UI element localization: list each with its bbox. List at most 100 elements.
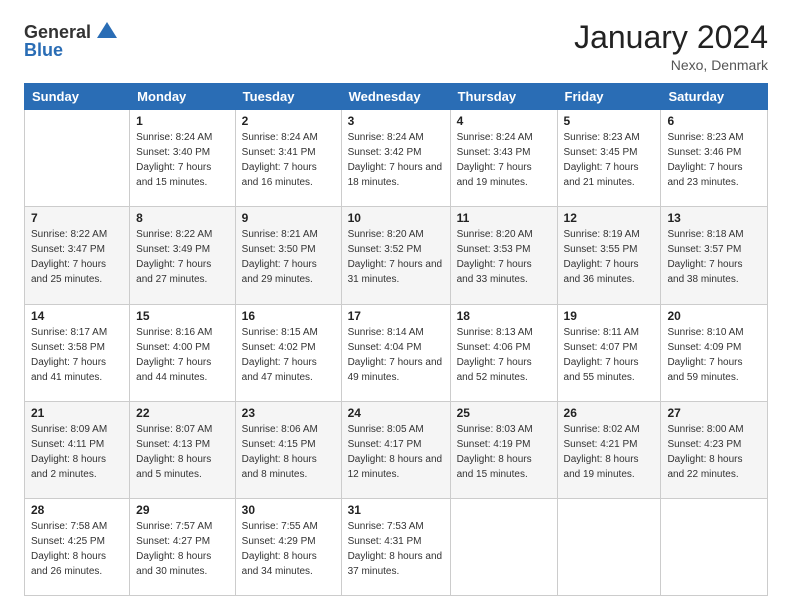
day-number: 14 [31, 309, 123, 323]
col-sunday: Sunday [25, 84, 130, 110]
table-row [557, 498, 661, 595]
table-row: 4Sunrise: 8:24 AMSunset: 3:43 PMDaylight… [450, 110, 557, 207]
table-row: 1Sunrise: 8:24 AMSunset: 3:40 PMDaylight… [130, 110, 236, 207]
table-row: 10 Sunrise: 8:20 AMSunset: 3:52 PMDayligh… [341, 207, 450, 304]
day-number: 8 [136, 211, 229, 225]
week-row-0: 1Sunrise: 8:24 AMSunset: 3:40 PMDaylight… [25, 110, 768, 207]
day-number: 24 [348, 406, 444, 420]
day-info: Sunrise: 8:17 AMSunset: 3:58 PMDaylight:… [31, 325, 123, 385]
month-title: January 2024 [574, 20, 768, 55]
table-row: 13Sunrise: 8:18 AMSunset: 3:57 PMDayligh… [661, 207, 768, 304]
table-row: 15 Sunrise: 8:16 AMSunset: 4:00 PMDayligh… [130, 304, 236, 401]
day-info: Sunrise: 8:05 AMSunset: 4:17 PMDaylight:… [348, 422, 444, 482]
day-info: Sunrise: 8:21 AMSunset: 3:50 PMDaylight:… [242, 227, 335, 287]
logo-area: General Blue [24, 20, 119, 61]
day-number: 16 [242, 309, 335, 323]
location: Nexo, Denmark [574, 57, 768, 73]
day-info: Sunrise: 8:15 AMSunset: 4:02 PMDaylight:… [242, 325, 335, 385]
day-number: 28 [31, 503, 123, 517]
day-info: Sunrise: 8:24 AMSunset: 3:41 PMDaylight:… [242, 130, 335, 190]
table-row [25, 110, 130, 207]
day-info: Sunrise: 8:07 AMSunset: 4:13 PMDaylight:… [136, 422, 229, 482]
day-info: Sunrise: 7:55 AMSunset: 4:29 PMDaylight:… [242, 519, 335, 579]
table-row: 23 Sunrise: 8:06 AMSunset: 4:15 PMDayligh… [235, 401, 341, 498]
day-number: 10 [348, 211, 444, 225]
day-info: Sunrise: 8:00 AMSunset: 4:23 PMDaylight:… [667, 422, 761, 482]
col-thursday: Thursday [450, 84, 557, 110]
day-number: 7 [31, 211, 123, 225]
day-number: 1 [136, 114, 229, 128]
day-info: Sunrise: 8:02 AMSunset: 4:21 PMDaylight:… [564, 422, 655, 482]
day-info: Sunrise: 8:11 AMSunset: 4:07 PMDaylight:… [564, 325, 655, 385]
day-number: 27 [667, 406, 761, 420]
day-info: Sunrise: 8:20 AMSunset: 3:52 PMDaylight:… [348, 227, 444, 287]
day-number: 3 [348, 114, 444, 128]
table-row: 3 Sunrise: 8:24 AMSunset: 3:42 PMDaylight… [341, 110, 450, 207]
table-row: 29 Sunrise: 7:57 AMSunset: 4:27 PMDayligh… [130, 498, 236, 595]
table-row: 8 Sunrise: 8:22 AMSunset: 3:49 PMDaylight… [130, 207, 236, 304]
week-row-4: 28 Sunrise: 7:58 AMSunset: 4:25 PMDayligh… [25, 498, 768, 595]
table-row: 16 Sunrise: 8:15 AMSunset: 4:02 PMDayligh… [235, 304, 341, 401]
calendar-page: General Blue January 2024 Nexo, Denmark … [0, 0, 792, 612]
day-info: Sunrise: 8:24 AMSunset: 3:42 PMDaylight:… [348, 130, 444, 190]
table-row: 12 Sunrise: 8:19 AMSunset: 3:55 PMDayligh… [557, 207, 661, 304]
table-row: 20 Sunrise: 8:10 AMSunset: 4:09 PMDayligh… [661, 304, 768, 401]
day-info: Sunrise: 8:23 AMSunset: 3:46 PMDaylight:… [667, 130, 761, 190]
table-row: 18 Sunrise: 8:13 AMSunset: 4:06 PMDayligh… [450, 304, 557, 401]
table-row: 22 Sunrise: 8:07 AMSunset: 4:13 PMDayligh… [130, 401, 236, 498]
day-number: 23 [242, 406, 335, 420]
title-area: January 2024 Nexo, Denmark [574, 20, 768, 73]
day-number: 15 [136, 309, 229, 323]
table-row: 11Sunrise: 8:20 AMSunset: 3:53 PMDayligh… [450, 207, 557, 304]
day-info: Sunrise: 8:19 AMSunset: 3:55 PMDaylight:… [564, 227, 655, 287]
day-number: 2 [242, 114, 335, 128]
day-info: Sunrise: 7:53 AMSunset: 4:31 PMDaylight:… [348, 519, 444, 579]
header: General Blue January 2024 Nexo, Denmark [24, 20, 768, 73]
col-wednesday: Wednesday [341, 84, 450, 110]
day-number: 6 [667, 114, 761, 128]
day-info: Sunrise: 8:14 AMSunset: 4:04 PMDaylight:… [348, 325, 444, 385]
table-row: 30Sunrise: 7:55 AMSunset: 4:29 PMDayligh… [235, 498, 341, 595]
logo-blue: Blue [24, 40, 63, 61]
table-row: 14 Sunrise: 8:17 AMSunset: 3:58 PMDayligh… [25, 304, 130, 401]
day-number: 19 [564, 309, 655, 323]
day-info: Sunrise: 8:13 AMSunset: 4:06 PMDaylight:… [457, 325, 551, 385]
table-row: 24 Sunrise: 8:05 AMSunset: 4:17 PMDayligh… [341, 401, 450, 498]
table-row: 9Sunrise: 8:21 AMSunset: 3:50 PMDaylight… [235, 207, 341, 304]
week-row-1: 7 Sunrise: 8:22 AMSunset: 3:47 PMDaylight… [25, 207, 768, 304]
table-row: 6 Sunrise: 8:23 AMSunset: 3:46 PMDaylight… [661, 110, 768, 207]
day-info: Sunrise: 8:24 AMSunset: 3:43 PMDaylight:… [457, 130, 551, 190]
day-number: 20 [667, 309, 761, 323]
table-row: 17 Sunrise: 8:14 AMSunset: 4:04 PMDayligh… [341, 304, 450, 401]
table-row: 7 Sunrise: 8:22 AMSunset: 3:47 PMDaylight… [25, 207, 130, 304]
day-number: 18 [457, 309, 551, 323]
day-number: 21 [31, 406, 123, 420]
header-row: Sunday Monday Tuesday Wednesday Thursday… [25, 84, 768, 110]
day-info: Sunrise: 8:22 AMSunset: 3:49 PMDaylight:… [136, 227, 229, 287]
day-number: 26 [564, 406, 655, 420]
day-info: Sunrise: 8:23 AMSunset: 3:45 PMDaylight:… [564, 130, 655, 190]
day-number: 29 [136, 503, 229, 517]
table-row: 25Sunrise: 8:03 AMSunset: 4:19 PMDayligh… [450, 401, 557, 498]
day-number: 17 [348, 309, 444, 323]
day-number: 31 [348, 503, 444, 517]
table-row: 31 Sunrise: 7:53 AMSunset: 4:31 PMDayligh… [341, 498, 450, 595]
day-number: 12 [564, 211, 655, 225]
day-info: Sunrise: 8:16 AMSunset: 4:00 PMDaylight:… [136, 325, 229, 385]
day-info: Sunrise: 8:09 AMSunset: 4:11 PMDaylight:… [31, 422, 123, 482]
day-info: Sunrise: 8:18 AMSunset: 3:57 PMDaylight:… [667, 227, 761, 287]
table-row: 27 Sunrise: 8:00 AMSunset: 4:23 PMDayligh… [661, 401, 768, 498]
table-row: 19 Sunrise: 8:11 AMSunset: 4:07 PMDayligh… [557, 304, 661, 401]
col-saturday: Saturday [661, 84, 768, 110]
week-row-3: 21 Sunrise: 8:09 AMSunset: 4:11 PMDayligh… [25, 401, 768, 498]
logo-icon [95, 20, 119, 44]
calendar-table: Sunday Monday Tuesday Wednesday Thursday… [24, 83, 768, 596]
day-info: Sunrise: 8:06 AMSunset: 4:15 PMDaylight:… [242, 422, 335, 482]
col-friday: Friday [557, 84, 661, 110]
day-info: Sunrise: 8:20 AMSunset: 3:53 PMDaylight:… [457, 227, 551, 287]
day-info: Sunrise: 7:57 AMSunset: 4:27 PMDaylight:… [136, 519, 229, 579]
day-info: Sunrise: 8:22 AMSunset: 3:47 PMDaylight:… [31, 227, 123, 287]
day-number: 22 [136, 406, 229, 420]
day-info: Sunrise: 8:10 AMSunset: 4:09 PMDaylight:… [667, 325, 761, 385]
day-info: Sunrise: 7:58 AMSunset: 4:25 PMDaylight:… [31, 519, 123, 579]
